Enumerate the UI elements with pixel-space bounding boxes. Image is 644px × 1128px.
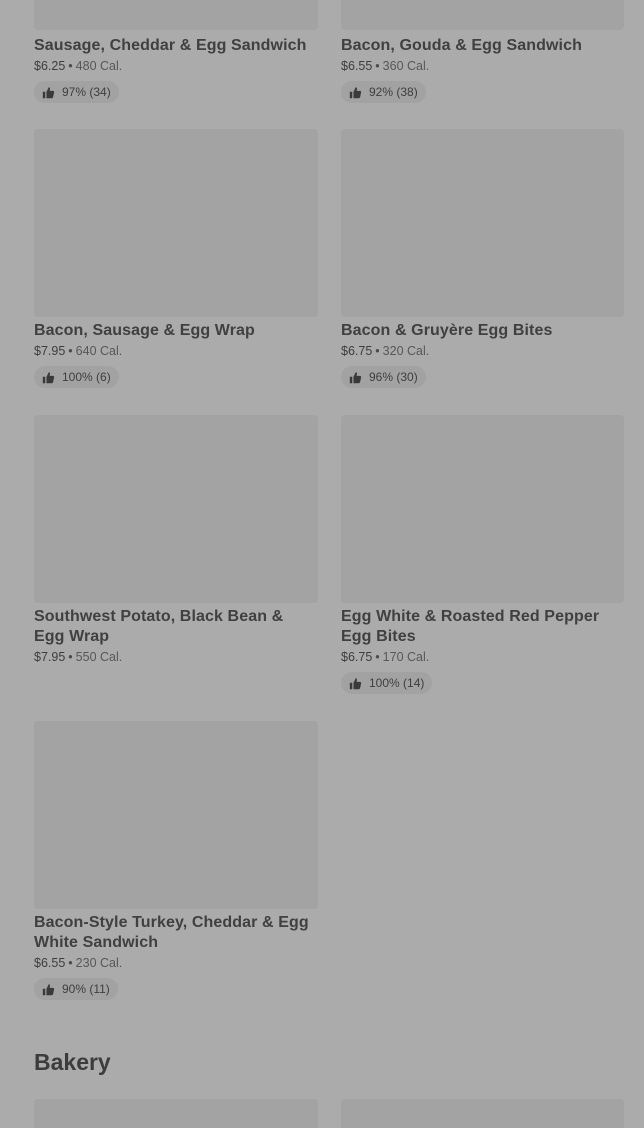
item-meta: $7.95 • 640 Cal.: [34, 343, 318, 359]
rating-text: 100% (6): [62, 370, 111, 384]
item-name[interactable]: Egg White & Roasted Red Pepper Egg Bites: [341, 607, 624, 647]
separator-dot: •: [375, 650, 380, 664]
thumbs-up-icon: [349, 371, 362, 383]
item-meta: $6.75 • 320 Cal.: [341, 343, 624, 359]
item-name[interactable]: Bacon, Sausage & Egg Wrap: [34, 321, 318, 341]
item-calories: 640 Cal.: [75, 344, 123, 358]
menu-item-card[interactable]: Bacon, Gouda & Egg Sandwich $6.55 • 360 Ca…: [341, 0, 624, 104]
rating-text: 90% (11): [62, 982, 110, 996]
item-calories: 480 Cal.: [75, 59, 123, 73]
thumbs-up-icon: [42, 983, 55, 995]
rating-text: 92% (38): [369, 85, 418, 99]
thumbs-up-icon: [349, 86, 362, 98]
item-price: $6.55: [34, 956, 66, 970]
menu-item-card[interactable]: Southwest Potato, Black Bean & Egg Wrap …: [34, 415, 318, 665]
menu-item-card[interactable]: [341, 1099, 624, 1128]
menu-item-card[interactable]: Egg White & Roasted Red Pepper Egg Bites…: [341, 415, 624, 695]
rating-text: 96% (30): [369, 370, 418, 384]
item-meta: $6.25 • 480 Cal.: [34, 58, 318, 74]
rating-badge: 96% (30): [341, 366, 426, 388]
item-image[interactable]: [34, 0, 318, 30]
menu-item-card[interactable]: Bacon-Style Turkey, Cheddar & Egg White …: [34, 721, 318, 1001]
item-name[interactable]: Bacon, Gouda & Egg Sandwich: [341, 36, 624, 56]
rating-text: 100% (14): [369, 676, 425, 690]
separator-dot: •: [68, 956, 73, 970]
rating-badge: 90% (11): [34, 978, 118, 1000]
menu-item-card[interactable]: Sausage, Cheddar & Egg Sandwich $6.25 • 48…: [34, 0, 318, 104]
thumbs-up-icon: [42, 86, 55, 98]
separator-dot: •: [68, 344, 73, 358]
item-meta: $7.95 • 550 Cal.: [34, 649, 318, 665]
item-price: $6.75: [341, 344, 373, 358]
rating-badge: 100% (14): [341, 672, 433, 694]
item-name[interactable]: Southwest Potato, Black Bean & Egg Wrap: [34, 607, 318, 647]
item-image[interactable]: [34, 721, 318, 909]
item-calories: 320 Cal.: [382, 344, 430, 358]
item-meta: $6.75 • 170 Cal.: [341, 649, 624, 665]
item-name[interactable]: Bacon & Gruyère Egg Bites: [341, 321, 624, 341]
item-image[interactable]: [341, 0, 624, 30]
item-name[interactable]: Bacon-Style Turkey, Cheddar & Egg White …: [34, 913, 318, 953]
menu-item-card[interactable]: [34, 1099, 318, 1128]
rating-badge: 97% (34): [34, 81, 119, 103]
menu-item-card[interactable]: Bacon & Gruyère Egg Bites $6.75 • 320 Cal.…: [341, 129, 624, 389]
item-price: $6.55: [341, 59, 373, 73]
section-title-bakery: Bakery: [34, 1049, 111, 1075]
item-price: $6.25: [34, 59, 66, 73]
item-image[interactable]: [341, 1099, 624, 1128]
separator-dot: •: [375, 344, 380, 358]
item-image[interactable]: [34, 129, 318, 317]
separator-dot: •: [375, 59, 380, 73]
item-calories: 230 Cal.: [75, 956, 123, 970]
item-calories: 170 Cal.: [382, 650, 430, 664]
thumbs-up-icon: [349, 677, 362, 689]
menu-item-card[interactable]: Bacon, Sausage & Egg Wrap $7.95 • 640 Cal.…: [34, 129, 318, 389]
item-image[interactable]: [341, 129, 624, 317]
rating-text: 97% (34): [62, 85, 111, 99]
rating-badge: 100% (6): [34, 366, 119, 388]
item-meta: $6.55 • 360 Cal.: [341, 58, 624, 74]
separator-dot: •: [68, 59, 73, 73]
item-meta: $6.55 • 230 Cal.: [34, 955, 318, 971]
item-price: $6.75: [341, 650, 373, 664]
separator-dot: •: [68, 650, 73, 664]
item-image[interactable]: [34, 1099, 318, 1128]
item-price: $7.95: [34, 650, 66, 664]
menu-page: Sausage, Cheddar & Egg Sandwich $6.25 • 48…: [0, 0, 644, 1128]
rating-badge: 92% (38): [341, 81, 426, 103]
item-image[interactable]: [34, 415, 318, 603]
thumbs-up-icon: [42, 371, 55, 383]
item-price: $7.95: [34, 344, 66, 358]
item-calories: 360 Cal.: [382, 59, 430, 73]
item-calories: 550 Cal.: [75, 650, 123, 664]
item-image[interactable]: [341, 415, 624, 603]
item-name[interactable]: Sausage, Cheddar & Egg Sandwich: [34, 36, 318, 56]
